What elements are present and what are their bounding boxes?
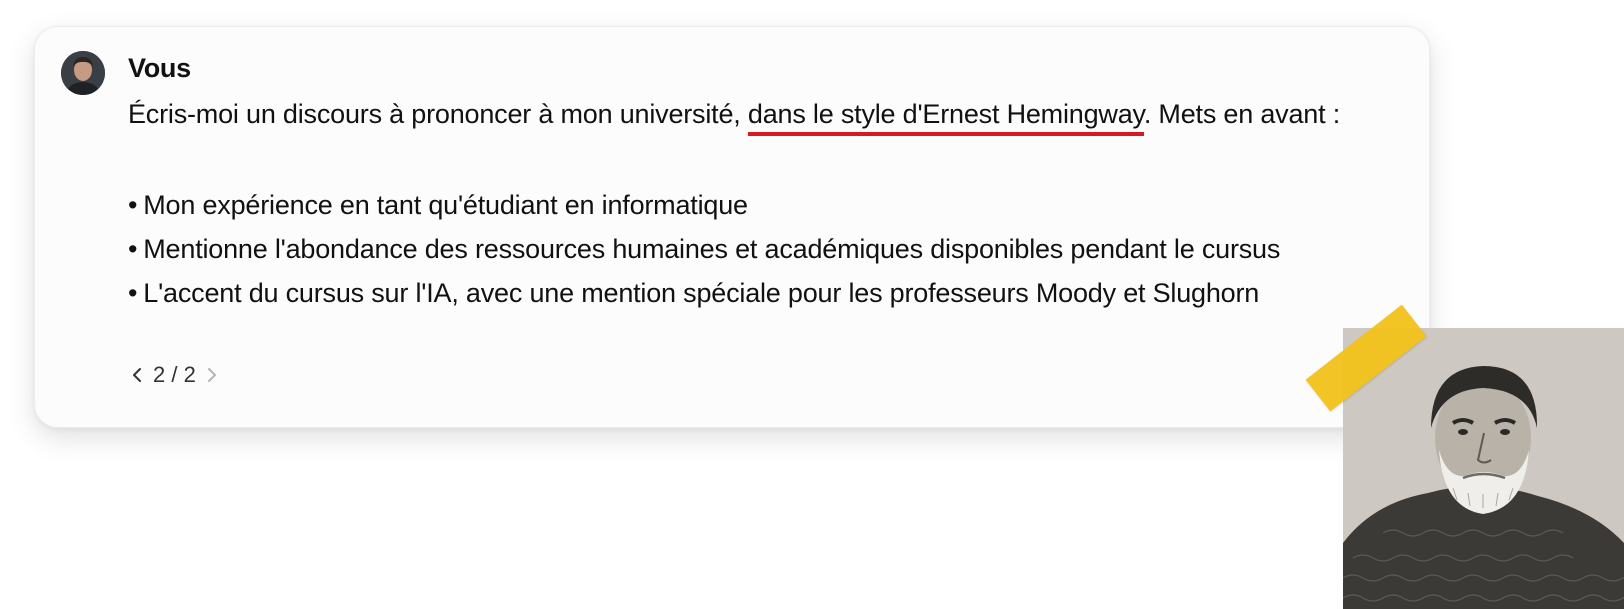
- chevron-left-icon[interactable]: [130, 366, 144, 384]
- intro-text-end: . Mets en avant :: [1143, 99, 1341, 129]
- hemingway-portrait: [1343, 328, 1624, 609]
- bullet-item: Mon expérience en tant qu'étudiant en in…: [128, 183, 1358, 227]
- version-pager: 2 / 2: [130, 362, 219, 388]
- highlighted-phrase: dans le style d'Ernest Hemingway: [747, 99, 1144, 136]
- bullet-list: Mon expérience en tant qu'étudiant en in…: [128, 183, 1358, 315]
- bullet-item: L'accent du cursus sur l'IA, avec une me…: [128, 271, 1358, 315]
- bullet-item: Mentionne l'abondance des ressources hum…: [128, 227, 1358, 271]
- message-author: Vous: [128, 53, 191, 83]
- message-intro: Écris-moi un discours à prononcer à mon …: [128, 91, 1358, 137]
- chevron-right-icon[interactable]: [205, 366, 219, 384]
- intro-text: Écris-moi un discours à prononcer à mon …: [128, 99, 748, 129]
- user-avatar: [61, 51, 105, 95]
- version-counter: 2 / 2: [153, 362, 196, 387]
- message-body: Écris-moi un discours à prononcer à mon …: [128, 91, 1358, 315]
- user-message-card: Vous Écris-moi un discours à prononcer à…: [34, 26, 1430, 428]
